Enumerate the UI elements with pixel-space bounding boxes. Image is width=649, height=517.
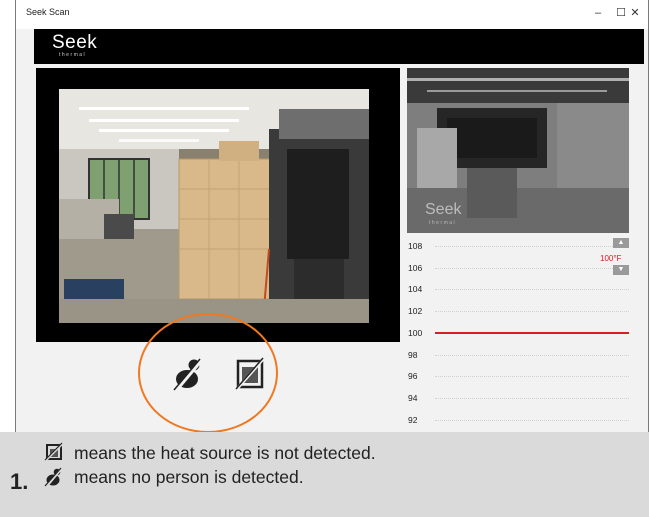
threshold-up-button[interactable]: ▲ [613,238,629,248]
window-title: Seek Scan [26,7,70,17]
threshold-label: 100°F [600,254,622,263]
brand-header: Seek thermal [34,29,644,64]
gridline [435,376,629,378]
temperature-tick-label: 100 [408,327,423,338]
close-button[interactable]: ✕ [628,7,642,19]
temperature-tick-label: 102 [408,306,423,317]
highlight-circle [138,313,278,433]
title-bar: Seek Scan – ☐ ✕ [16,0,648,29]
temperature-tick-label: 106 [408,262,423,273]
thermal-camera-view: Seek thermal [407,68,629,233]
gridline [435,354,629,356]
gridline [435,397,629,399]
temperature-chart: 108 106 104 102 100 98 96 94 92 100°F ▲ ▼ [407,236,629,432]
gridline [435,419,629,421]
visible-camera-panel [36,68,400,342]
caption-person-text: means no person is detected. [74,467,304,487]
temperature-tick-label: 94 [408,392,418,403]
gridline [435,267,629,269]
camera-feed-image [59,89,369,323]
no-person-detected-icon [44,467,63,487]
gridline [435,289,629,291]
threshold-line [435,331,629,334]
caption-box: 1. means the heat source is not detected… [0,432,649,517]
gridline [435,311,629,313]
thermal-watermark-subtitle: thermal [429,220,457,226]
seek-logo-subtitle: thermal [59,52,87,58]
caption-number: 1. [10,469,29,494]
seek-scan-window: Seek Scan – ☐ ✕ Seek thermal Seek therma… [15,0,649,432]
heat-not-detected-icon [44,442,64,462]
temperature-tick-label: 98 [408,349,418,360]
seek-logo: Seek [52,32,98,53]
minimize-button[interactable]: – [591,7,605,19]
temperature-tick-label: 96 [408,371,418,382]
temperature-tick-label: 108 [408,241,423,251]
maximize-button[interactable]: ☐ [614,7,628,19]
temperature-tick-label: 92 [408,414,418,425]
threshold-down-button[interactable]: ▼ [613,265,629,275]
temperature-tick-label: 104 [408,284,423,295]
thermal-watermark-logo: Seek [425,201,462,218]
gridline [435,246,629,247]
caption-heat-text: means the heat source is not detected. [74,443,376,463]
